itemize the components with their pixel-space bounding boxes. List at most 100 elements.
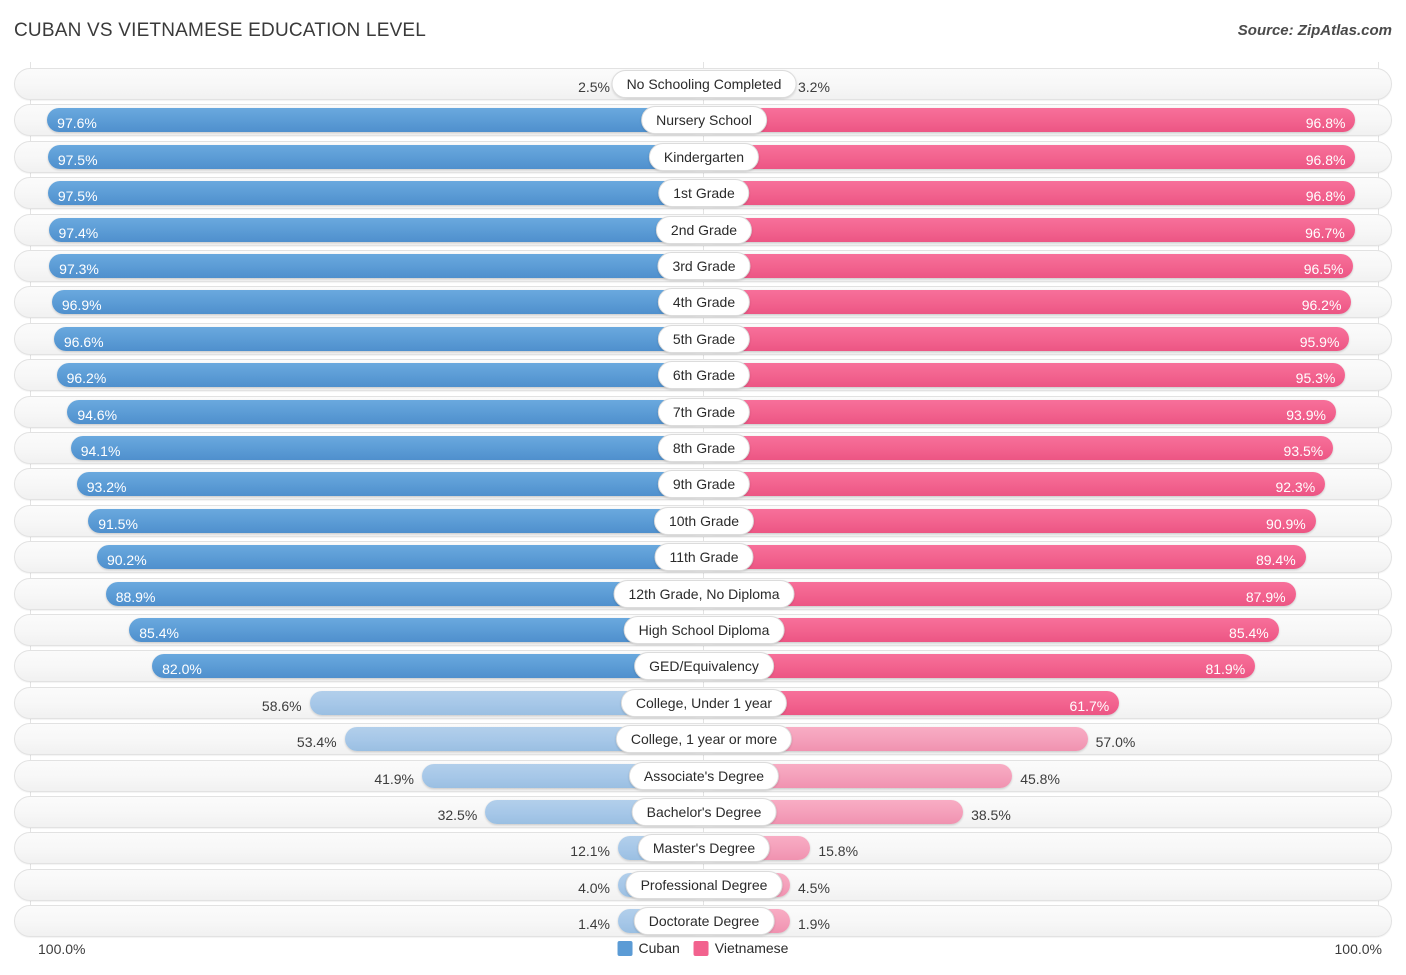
bar-vietnamese[interactable]: 96.7%	[704, 217, 1355, 242]
bar-value-cuban: 94.1%	[80, 443, 121, 459]
category-label[interactable]: Doctorate Degree	[633, 907, 775, 936]
category-label[interactable]: College, Under 1 year	[620, 688, 788, 717]
category-label[interactable]: Associate's Degree	[628, 761, 780, 790]
category-label[interactable]: College, 1 year or more	[615, 725, 793, 754]
category-label[interactable]: 3rd Grade	[657, 252, 751, 280]
bar-cuban[interactable]: 82.0%	[152, 654, 704, 679]
table-row[interactable]: 4.0% 4.5% Professional Degree	[14, 868, 1392, 901]
category-label[interactable]: GED/Equivalency	[634, 652, 774, 681]
bar-value-vietnamese: 90.9%	[1266, 515, 1306, 532]
bar-value-vietnamese: 96.2%	[1301, 297, 1342, 314]
table-row[interactable]: 97.3% 96.5% 3rd Grade	[14, 250, 1392, 282]
bar-cuban[interactable]: 97.5%	[47, 144, 704, 169]
table-row[interactable]: 96.6% 95.9% 5th Grade	[14, 322, 1392, 355]
bar-value-cuban: 97.5%	[57, 151, 98, 168]
category-label[interactable]: 5th Grade	[657, 324, 751, 353]
table-row[interactable]: 97.5% 96.8% Kindergarten	[14, 140, 1392, 173]
bar-vietnamese[interactable]: 95.3%	[704, 363, 1346, 388]
bar-vietnamese[interactable]: 95.9%	[704, 326, 1350, 351]
bar-vietnamese[interactable]: 96.8%	[704, 108, 1356, 133]
bar-vietnamese[interactable]: 96.2%	[704, 290, 1352, 315]
table-row[interactable]: 96.9% 96.2% 4th Grade	[14, 286, 1392, 319]
table-row[interactable]: 53.4% 57.0% College, 1 year or more	[14, 723, 1392, 756]
bar-vietnamese[interactable]: 89.4%	[704, 545, 1306, 570]
bar-vietnamese[interactable]: 92.3%	[704, 472, 1326, 497]
legend-item[interactable]: Cuban	[617, 940, 680, 956]
category-label[interactable]: 7th Grade	[657, 397, 751, 426]
table-row[interactable]: 82.0% 81.9% GED/Equivalency	[14, 650, 1392, 683]
bar-cuban[interactable]: 90.2%	[96, 545, 704, 570]
table-row[interactable]: 97.4% 96.7% 2nd Grade	[14, 213, 1392, 246]
bar-cuban[interactable]: 96.2%	[56, 363, 704, 388]
bar-value-cuban: 53.4%	[296, 734, 337, 751]
category-label[interactable]: Professional Degree	[625, 870, 783, 899]
bar-vietnamese[interactable]: 85.4%	[704, 618, 1279, 642]
category-label[interactable]: 10th Grade	[653, 506, 755, 535]
bar-cuban[interactable]: 97.5%	[47, 181, 704, 206]
category-label[interactable]: 9th Grade	[657, 470, 751, 499]
bar-cuban[interactable]: 96.9%	[51, 290, 704, 315]
bar-value-cuban: 96.2%	[66, 370, 107, 387]
bar-vietnamese[interactable]: 90.9%	[704, 508, 1316, 533]
category-label[interactable]: 2nd Grade	[655, 215, 753, 244]
table-row[interactable]: 94.1% 93.5% 8th Grade	[14, 432, 1392, 464]
category-label[interactable]: Nursery School	[641, 106, 767, 135]
category-label[interactable]: Bachelor's Degree	[631, 798, 777, 826]
bar-value-vietnamese: 96.8%	[1305, 151, 1346, 168]
legend-item[interactable]: Vietnamese	[693, 940, 788, 956]
table-row[interactable]: 97.5% 96.8% 1st Grade	[14, 177, 1392, 210]
bar-cuban[interactable]: 97.4%	[48, 217, 704, 242]
table-row[interactable]: 94.6% 93.9% 7th Grade	[14, 395, 1392, 428]
bar-cuban[interactable]: 94.6%	[67, 399, 704, 424]
bar-value-cuban: 96.6%	[63, 333, 104, 350]
category-label[interactable]: 1st Grade	[658, 179, 750, 208]
bar-value-vietnamese: 87.9%	[1245, 588, 1286, 605]
table-row[interactable]: 58.6% 61.7% College, Under 1 year	[14, 686, 1392, 719]
table-row[interactable]: 93.2% 92.3% 9th Grade	[14, 468, 1392, 501]
table-row[interactable]: 90.2% 89.4% 11th Grade	[14, 541, 1392, 574]
bar-cuban[interactable]: 97.3%	[49, 254, 704, 278]
table-row[interactable]: 41.9% 45.8% Associate's Degree	[14, 759, 1392, 792]
bar-cuban[interactable]: 97.6%	[47, 108, 704, 133]
table-row[interactable]: 12.1% 15.8% Master's Degree	[14, 832, 1392, 865]
bar-cuban[interactable]: 96.6%	[53, 326, 704, 351]
category-label[interactable]: No Schooling Completed	[611, 70, 797, 98]
category-label[interactable]: 12th Grade, No Diploma	[613, 579, 795, 608]
bar-vietnamese[interactable]: 96.8%	[704, 144, 1356, 169]
category-label[interactable]: 8th Grade	[657, 434, 751, 462]
bar-value-vietnamese: 95.3%	[1295, 370, 1336, 387]
bar-vietnamese[interactable]: 96.8%	[704, 181, 1356, 206]
bar-value-vietnamese: 4.5%	[798, 879, 830, 896]
category-label[interactable]: Kindergarten	[648, 142, 760, 171]
category-label[interactable]: 11th Grade	[654, 543, 754, 572]
bar-value-cuban: 4.0%	[578, 879, 610, 896]
category-label[interactable]: 4th Grade	[657, 288, 751, 317]
bar-cuban[interactable]: 93.2%	[76, 472, 704, 497]
legend-swatch-icon	[617, 940, 633, 956]
table-row[interactable]: 96.2% 95.3% 6th Grade	[14, 359, 1392, 392]
bar-vietnamese[interactable]: 93.5%	[704, 436, 1334, 460]
bar-value-vietnamese: 89.4%	[1255, 552, 1296, 569]
category-label[interactable]: 6th Grade	[657, 361, 751, 390]
bar-value-vietnamese: 93.9%	[1286, 406, 1326, 423]
bar-value-vietnamese: 96.8%	[1305, 115, 1346, 132]
bar-cuban[interactable]: 91.5%	[88, 508, 704, 533]
bar-vietnamese[interactable]: 81.9%	[704, 654, 1256, 679]
category-label[interactable]: Master's Degree	[637, 834, 771, 863]
table-row[interactable]: 85.4% 85.4% High School Diploma	[14, 614, 1392, 646]
table-row[interactable]: 97.6% 96.8% Nursery School	[14, 104, 1392, 137]
bar-value-vietnamese: 96.7%	[1305, 224, 1345, 241]
table-row[interactable]: 88.9% 87.9% 12th Grade, No Diploma	[14, 577, 1392, 610]
category-label[interactable]: High School Diploma	[623, 616, 785, 644]
bar-vietnamese[interactable]: 93.9%	[704, 399, 1336, 424]
bar-vietnamese[interactable]: 96.5%	[704, 254, 1354, 278]
bar-value-vietnamese: 57.0%	[1095, 734, 1136, 751]
table-row[interactable]: 1.4% 1.9% Doctorate Degree	[14, 905, 1392, 938]
bar-value-cuban: 97.5%	[57, 188, 98, 205]
bar-cuban[interactable]: 85.4%	[129, 618, 704, 642]
legend-swatch-icon	[693, 940, 709, 956]
bar-cuban[interactable]: 94.1%	[70, 436, 704, 460]
table-row[interactable]: 91.5% 90.9% 10th Grade	[14, 504, 1392, 537]
table-row[interactable]: 32.5% 38.5% Bachelor's Degree	[14, 796, 1392, 828]
table-row[interactable]: 2.5% 3.2% No Schooling Completed	[14, 68, 1392, 100]
